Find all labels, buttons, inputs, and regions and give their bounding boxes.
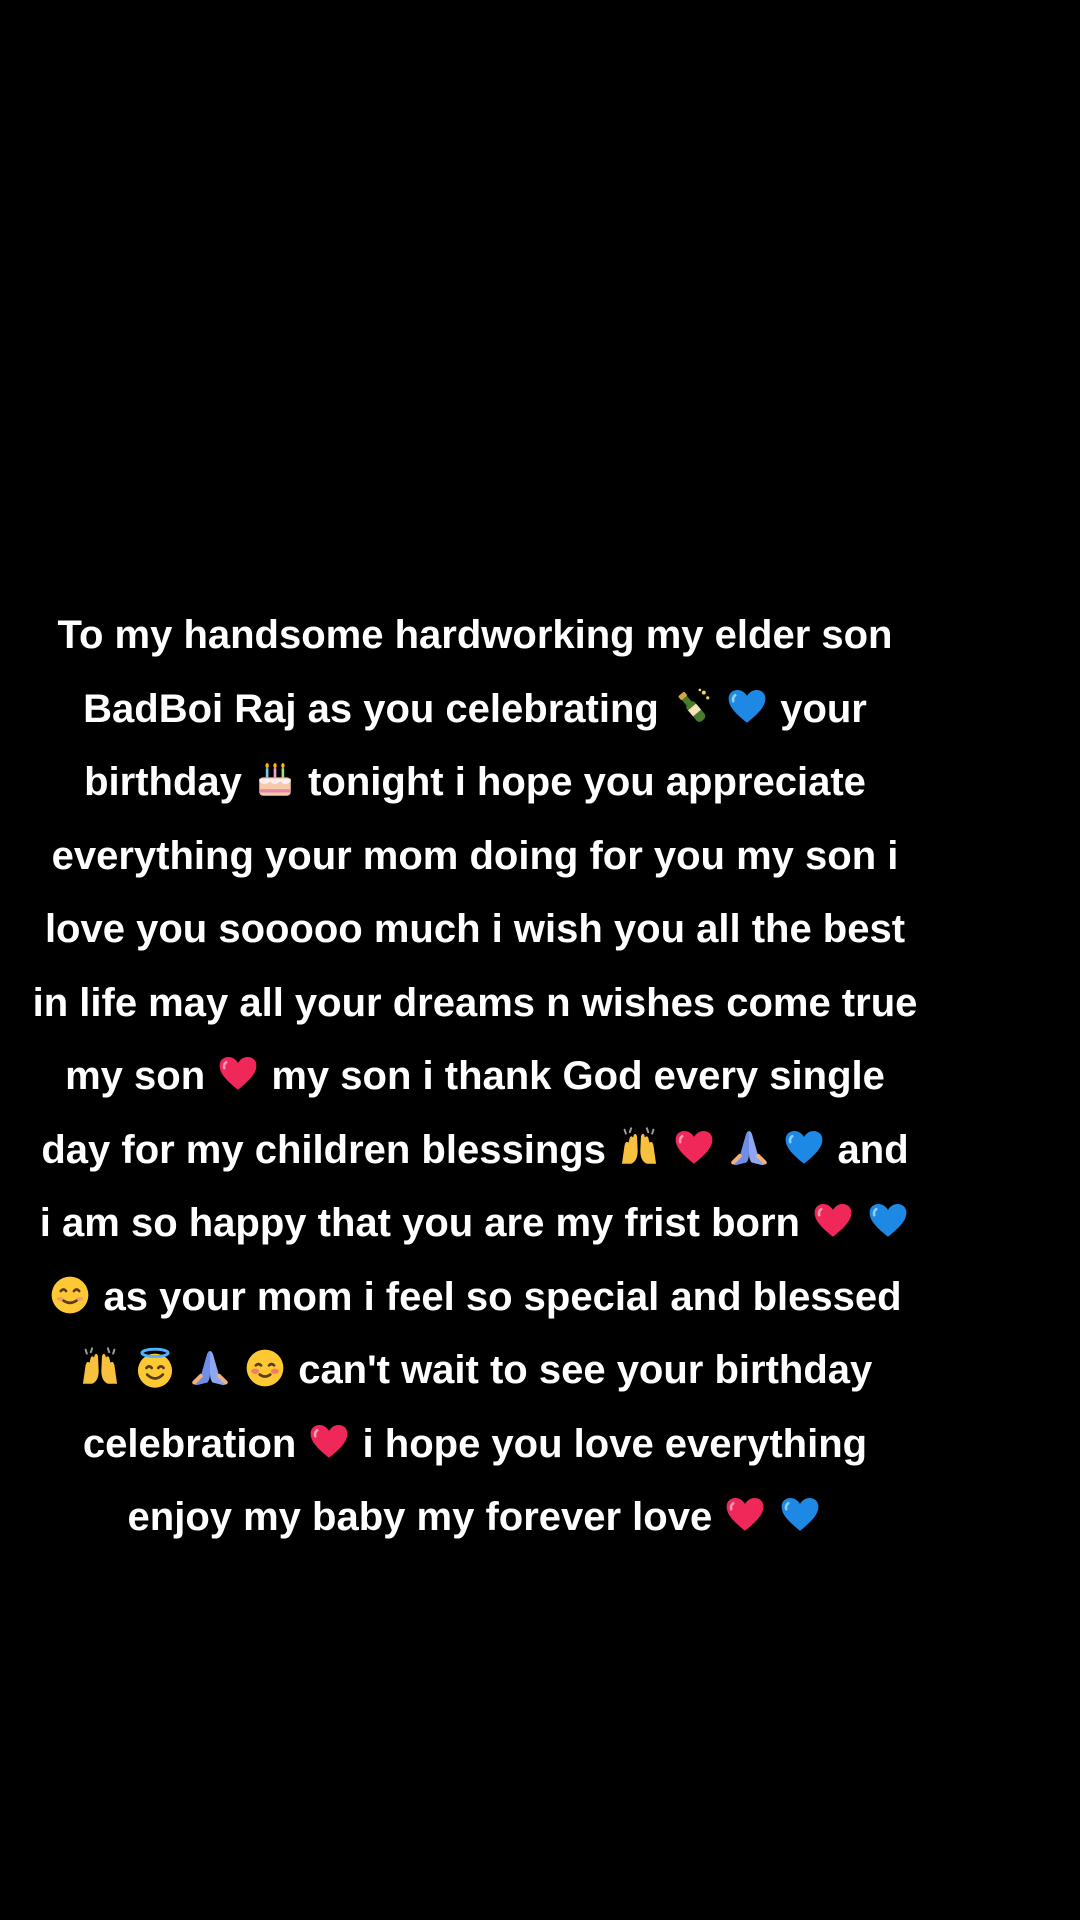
caption-line: BadBoi Raj as you celebrating your [10, 673, 940, 747]
caption-text-segment: in life may all your dreams n wishes com… [32, 980, 918, 1025]
caption-line: my son my son i thank God every single [10, 1040, 940, 1114]
birthday-cake-icon [254, 759, 296, 801]
blue-heart-icon [779, 1494, 821, 1536]
caption-text-segment: birthday [84, 760, 253, 804]
caption-line: everything your mom doing for you my son… [10, 820, 940, 894]
caption-text-segment: and [826, 1127, 909, 1172]
caption-line: To my handsome hardworking my elder son [10, 599, 940, 673]
caption-text-segment: To my handsome hardworking my elder son [57, 613, 893, 657]
caption-text-segment: celebration [82, 1421, 308, 1466]
caption-text-segment: tonight i hope you appreciate [296, 760, 866, 804]
caption-text-segment: your [769, 686, 867, 731]
caption-text-segment [714, 687, 725, 731]
caption-text-segment [661, 1128, 672, 1172]
caption-text-segment [232, 1348, 243, 1392]
caption-text-segment [855, 1201, 866, 1245]
caption-text-segment [716, 1128, 727, 1172]
halo-face-icon [134, 1347, 176, 1389]
caption-line: love you sooooo much i wish you all the … [10, 893, 940, 967]
caption-text-segment: i hope you love everything [351, 1421, 868, 1466]
caption-line: can't wait to see your birthday [10, 1334, 940, 1408]
caption-text-segment: day for my children blessings [41, 1127, 618, 1172]
pink-heart-icon [724, 1494, 766, 1536]
caption-line: birthday tonight i hope you appreciate [10, 746, 940, 820]
caption-text-segment: as your mom i feel so special and blesse… [92, 1274, 902, 1319]
champagne-bottle-icon [671, 686, 713, 728]
caption-text-segment [122, 1348, 133, 1392]
caption-text-segment [767, 1495, 778, 1539]
pink-heart-icon [308, 1421, 350, 1463]
blue-heart-icon [867, 1200, 909, 1242]
caption-text-segment: BadBoi Raj as you celebrating [83, 686, 670, 731]
pink-heart-icon [217, 1053, 259, 1095]
pink-heart-icon [812, 1200, 854, 1242]
caption-text-segment: can't wait to see your birthday [287, 1348, 873, 1392]
blushing-face-icon [244, 1347, 286, 1389]
video-frame: To my handsome hardworking my elder son B… [0, 0, 1080, 1920]
blue-heart-icon [783, 1127, 825, 1169]
caption-text-segment: i am so happy that you are my frist born [39, 1201, 812, 1245]
caption-line: in life may all your dreams n wishes com… [10, 967, 940, 1041]
caption-text-segment: my son i thank God every single [260, 1054, 885, 1098]
caption-text-segment: everything your mom doing for you my son… [51, 833, 899, 878]
caption-line: day for my children blessings and [10, 1114, 940, 1188]
caption-text: To my handsome hardworking my elder son B… [10, 599, 940, 1555]
caption-text-segment: enjoy my baby my forever love [127, 1495, 724, 1539]
folded-hands-icon [189, 1347, 231, 1389]
blue-heart-icon [726, 686, 768, 728]
caption-line: enjoy my baby my forever love [10, 1481, 940, 1555]
caption-text-segment [177, 1348, 188, 1392]
caption-text-segment: love you sooooo much i wish you all the … [44, 907, 906, 951]
folded-hands-icon [728, 1127, 770, 1169]
pink-heart-icon [673, 1127, 715, 1169]
caption-line: as your mom i feel so special and blesse… [10, 1261, 940, 1335]
caption-text-segment [771, 1128, 782, 1172]
smiling-face-icon [49, 1274, 91, 1316]
caption-line: i am so happy that you are my frist born [10, 1187, 940, 1261]
raising-hands-icon [618, 1126, 660, 1169]
caption-line: celebration i hope you love everything [10, 1408, 940, 1482]
raising-hands-icon [79, 1347, 121, 1389]
caption-text-segment: my son [65, 1054, 217, 1098]
